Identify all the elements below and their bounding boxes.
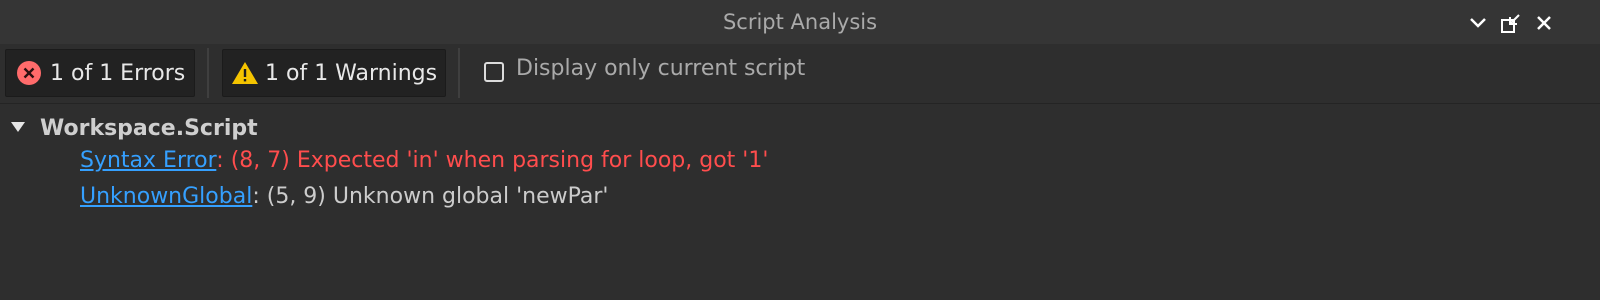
issue-separator: : [216,148,224,173]
analysis-tree: Workspace.Script Syntax Error: (8, 7) Ex… [0,104,1600,300]
errors-filter-button[interactable]: 1 of 1 Errors [5,49,195,97]
issue-row: UnknownGlobal: (5, 9) Unknown global 'ne… [80,184,608,209]
issue-location: (5, 9) [266,184,326,209]
close-icon[interactable] [1532,11,1556,35]
warnings-filter-button[interactable]: 1 of 1 Warnings [222,49,446,97]
display-current-script-label: Display only current script [516,56,806,81]
errors-filter-label: 1 of 1 Errors [50,60,186,86]
issue-type-link[interactable]: UnknownGlobal [80,184,252,209]
title-bar: Script Analysis [0,0,1600,44]
toolbar-divider [458,48,460,98]
expand-triangle-icon[interactable] [10,120,28,136]
warnings-filter-label: 1 of 1 Warnings [265,60,438,86]
issue-type-link[interactable]: Syntax Error [80,148,216,173]
filter-toolbar: 1 of 1 Errors 1 of 1 Warnings Display on… [0,44,1600,104]
toolbar-divider [207,48,209,98]
issue-location: (8, 7) [230,148,290,173]
issue-message: Unknown global 'newPar' [332,184,609,209]
issue-row: Syntax Error: (8, 7) Expected 'in' when … [80,148,768,173]
error-icon [16,60,42,86]
window-title: Script Analysis [722,10,878,34]
script-node-title: Workspace.Script [40,116,258,141]
display-current-script-checkbox[interactable] [484,62,504,82]
warning-icon [231,60,259,86]
issue-separator: : [252,184,260,209]
issue-message: Expected 'in' when parsing for loop, got… [296,148,769,173]
undock-icon[interactable] [1499,11,1523,35]
chevron-down-icon[interactable] [1466,11,1490,35]
